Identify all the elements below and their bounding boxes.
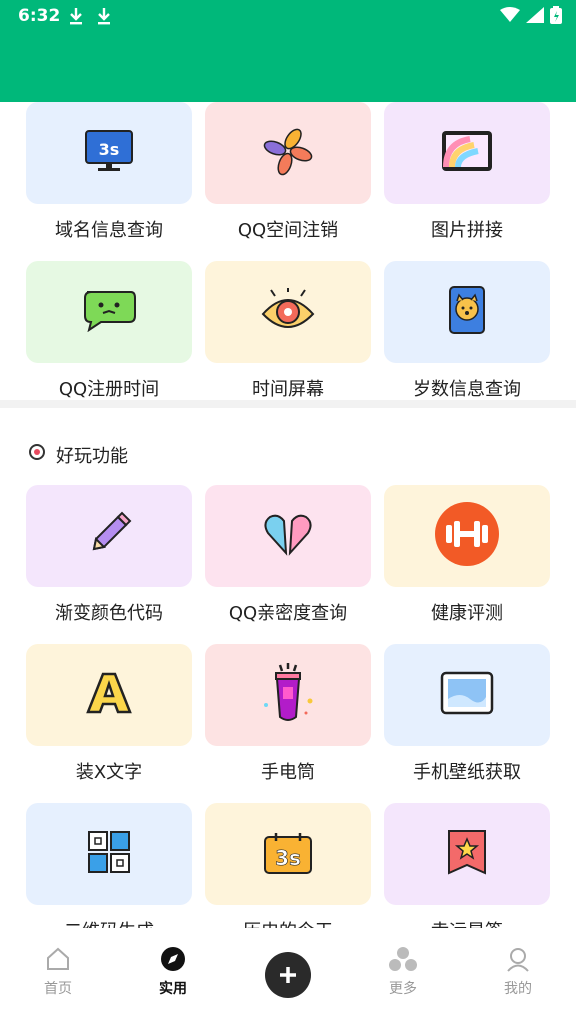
tool-label[interactable]: 岁数信息查询	[372, 375, 562, 401]
pinwheel-icon	[263, 126, 313, 180]
bottom-nav: 首页 实用 更多 我的	[0, 928, 576, 1024]
tool-tile[interactable]	[205, 644, 371, 746]
nav-tools-label: 实用	[159, 981, 187, 997]
tool-tile[interactable]	[205, 485, 371, 587]
tool-label[interactable]: 手电筒	[193, 758, 383, 784]
signal-icon	[526, 7, 544, 23]
tool-label[interactable]: QQ空间注销	[193, 216, 383, 242]
compass-icon	[161, 947, 185, 971]
nav-mine-label: 我的	[504, 981, 532, 997]
svg-text:3s: 3s	[99, 140, 120, 159]
dumbbell-icon	[434, 501, 500, 571]
tool-label[interactable]: 渐变颜色代码	[14, 599, 204, 625]
section-divider	[0, 400, 576, 408]
tool-tile[interactable]	[384, 261, 550, 363]
nav-home[interactable]: 首页	[18, 946, 98, 998]
tool-label[interactable]: 域名信息查询	[14, 216, 204, 242]
tool-tile[interactable]	[384, 803, 550, 905]
status-bar: 6:32	[0, 0, 576, 102]
tool-label[interactable]: 健康评测	[372, 599, 562, 625]
tool-label[interactable]: 二维码生成	[14, 917, 204, 928]
nav-home-label: 首页	[44, 981, 72, 997]
nav-mine[interactable]: 我的	[478, 946, 558, 998]
add-button[interactable]	[265, 952, 311, 998]
flashlight-icon	[258, 661, 318, 729]
split-heart-icon	[262, 511, 314, 561]
qr-code-icon	[87, 830, 131, 878]
eye-icon	[261, 288, 315, 336]
nav-more-label: 更多	[389, 981, 417, 997]
tool-tile[interactable]	[26, 644, 192, 746]
tool-tile[interactable]	[205, 261, 371, 363]
home-icon	[47, 947, 69, 970]
tool-tile[interactable]	[384, 644, 550, 746]
calendar-3s-icon: 3s	[262, 829, 314, 879]
nav-more[interactable]: 更多	[363, 946, 443, 998]
tool-label[interactable]: 图片拼接	[372, 216, 562, 242]
wallpaper-icon	[440, 671, 494, 719]
download-icon	[98, 8, 110, 25]
monitor-3s-icon: 3s	[84, 129, 134, 177]
tool-tile[interactable]: 3s	[26, 102, 192, 204]
tool-label[interactable]: QQ亲密度查询	[193, 599, 383, 625]
system-icons	[500, 6, 562, 24]
tool-label[interactable]: QQ注册时间	[14, 375, 204, 401]
tool-tile[interactable]	[26, 803, 192, 905]
star-ribbon-icon	[445, 829, 489, 879]
user-icon	[507, 948, 529, 972]
tool-tile[interactable]	[26, 261, 192, 363]
section-title: 好玩功能	[56, 446, 128, 467]
nav-tools[interactable]: 实用	[133, 946, 213, 998]
download-icon	[70, 8, 82, 25]
tool-label[interactable]: 历史的今天	[193, 917, 383, 928]
chat-bubble-face-icon	[81, 288, 137, 336]
circles-icon	[389, 947, 417, 971]
pencil-icon	[86, 511, 132, 561]
letter-a-icon	[84, 670, 134, 720]
tool-tile[interactable]	[384, 485, 550, 587]
dog-card-icon	[447, 285, 487, 339]
tool-tile[interactable]	[26, 485, 192, 587]
rainbow-picture-icon	[440, 129, 494, 177]
svg-text:3s: 3s	[275, 846, 301, 870]
status-time: 6:32	[18, 6, 61, 26]
plus-icon	[280, 967, 296, 983]
tool-label[interactable]: 装X文字	[14, 758, 204, 784]
tool-tile[interactable]: 3s	[205, 803, 371, 905]
tool-label[interactable]: 手机壁纸获取	[372, 758, 562, 784]
battery-icon	[550, 6, 562, 24]
tool-label[interactable]: 时间屏幕	[193, 375, 383, 401]
tool-tile[interactable]	[384, 102, 550, 204]
tool-label[interactable]: 幸运星签	[372, 917, 562, 928]
wifi-icon	[500, 7, 520, 22]
content-scroll[interactable]: 3s 域名信息查询 QQ空间注销 图片拼接 QQ注册时间 时间屏幕 岁数信息查询 好玩功能 …	[0, 102, 576, 928]
swirl-icon	[29, 444, 45, 460]
tool-tile[interactable]	[205, 102, 371, 204]
